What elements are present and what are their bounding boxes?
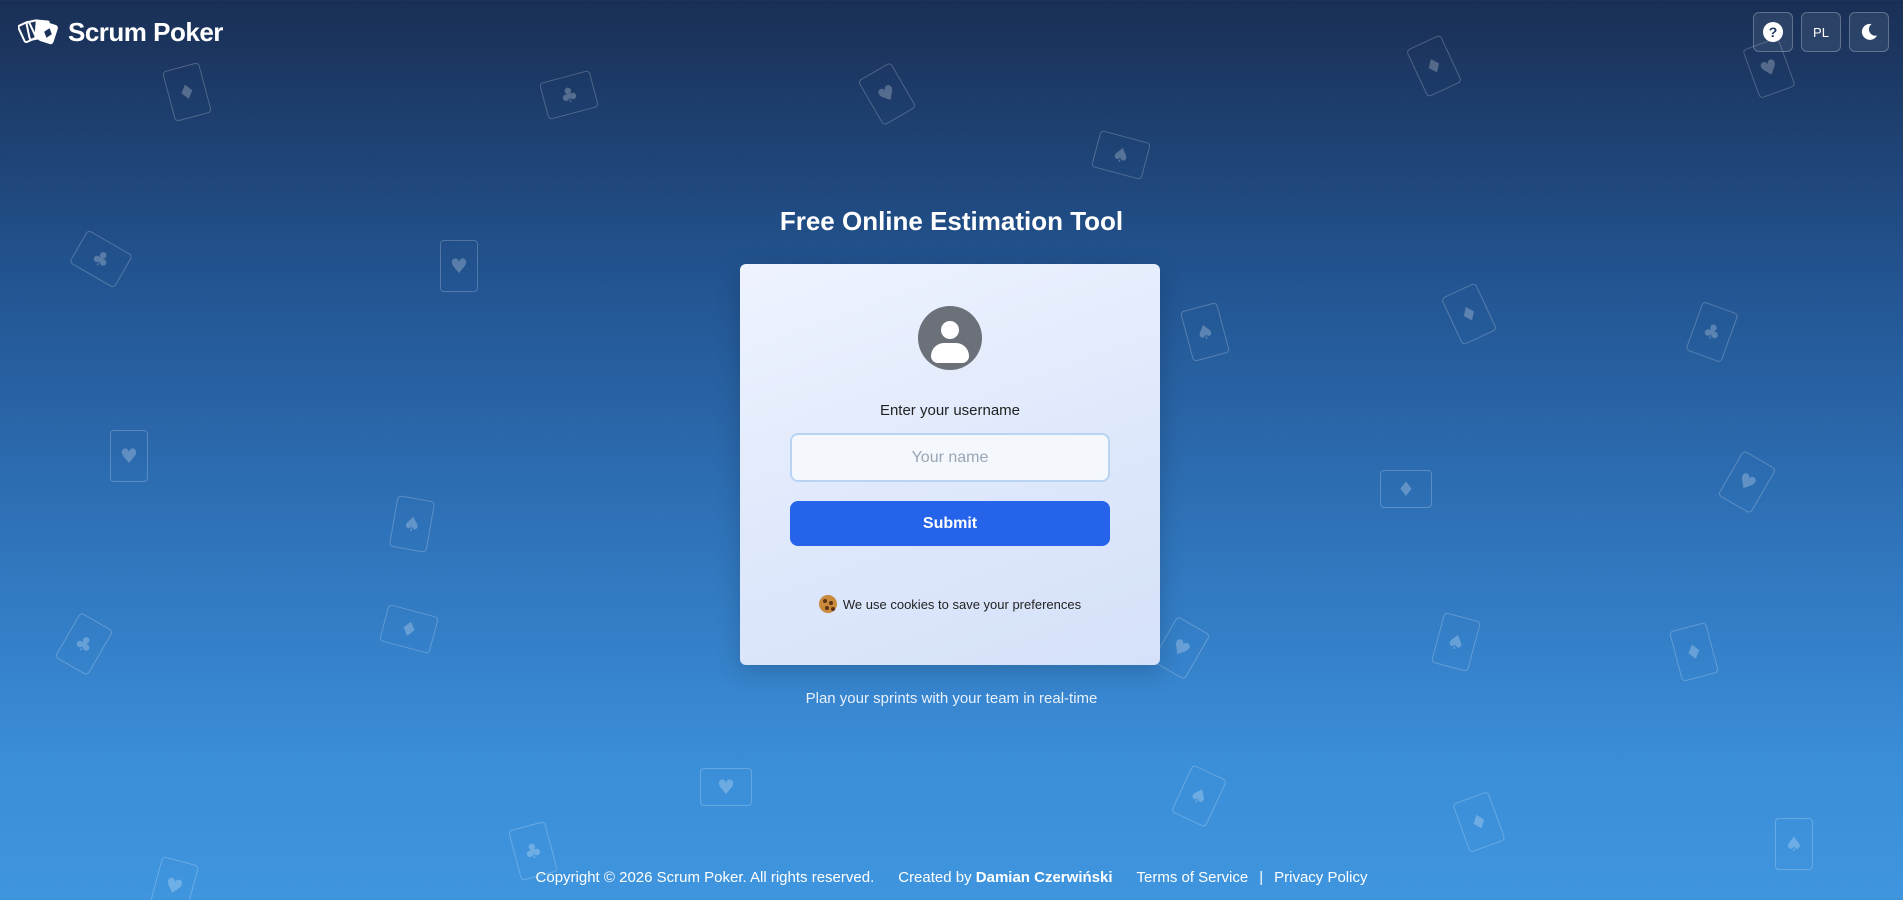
brand[interactable]: Scrum Poker [18,17,223,48]
background-playing-card: ♥ [700,768,752,806]
created-by: Created by Damian Czerwiński [898,869,1112,886]
footer: Copyright © 2026 Scrum Poker. All rights… [0,869,1903,886]
footer-separator: | [1259,869,1264,886]
cookie-notice-text: We use cookies to save your preferences [842,596,1082,612]
cookie-icon [818,595,837,613]
tagline: Plan your sprints with your team in real… [805,690,1098,707]
background-playing-card: ♦ [1440,282,1498,346]
background-playing-card: ♣ [538,69,600,121]
playing-cards-logo-icon [18,19,58,45]
brand-name: Scrum Poker [68,16,223,47]
background-playing-card: ♦ [378,603,440,655]
user-avatar-icon [918,306,982,370]
background-playing-card: ♣ [54,611,114,677]
background-playing-card: ♠ [1090,129,1152,181]
terms-of-service-link[interactable]: Terms of Service [1137,869,1249,886]
help-button[interactable]: ? [1753,12,1793,52]
background-playing-card: ♠ [1170,764,1228,828]
moon-icon [1861,23,1877,40]
page-title: Free Online Estimation Tool [779,206,1124,236]
background-playing-card: ♠ [388,495,436,553]
background-playing-card: ♥ [440,240,478,292]
background-playing-card: ♦ [1668,621,1720,683]
background-playing-card: ♦ [1452,791,1506,853]
background-playing-card: ♥ [110,430,148,482]
username-prompt: Enter your username [879,402,1021,419]
top-bar: Scrum Poker ? PL [0,0,1903,64]
background-playing-card: ♣ [68,229,134,289]
privacy-policy-link[interactable]: Privacy Policy [1274,869,1367,886]
background-playing-card: ♠ [1430,611,1482,673]
username-input[interactable] [790,433,1110,482]
username-card: Enter your username Submit We use cookie… [740,264,1160,665]
background-playing-card: ♦ [161,61,213,123]
background-playing-card: ♥ [857,61,917,127]
language-label: PL [1813,24,1829,40]
language-button[interactable]: PL [1801,12,1841,52]
cookie-notice: We use cookies to save your preferences [818,595,1082,613]
submit-button[interactable]: Submit [790,501,1110,546]
background-playing-card: ♥ [1151,615,1211,681]
background-playing-card: ♠ [1179,301,1231,363]
theme-toggle-button[interactable] [1849,12,1889,52]
top-actions: ? PL [1753,12,1889,52]
copyright-text: Copyright © 2026 Scrum Poker. All rights… [535,869,875,886]
created-by-prefix: Created by [898,869,972,886]
background-playing-card: ♥ [1717,449,1777,515]
background-playing-card: ♦ [1380,470,1432,508]
background-playing-card: ♣ [1685,301,1739,363]
author-name: Damian Czerwiński [975,869,1113,886]
background-playing-card: ♠ [1775,818,1813,870]
question-circle-icon: ? [1763,22,1783,42]
